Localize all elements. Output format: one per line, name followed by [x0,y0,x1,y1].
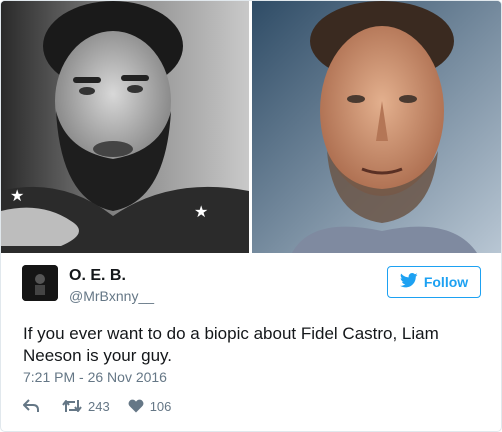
like-count: 106 [149,398,172,414]
avatar[interactable] [22,265,58,301]
like-button[interactable]: 106 [128,398,172,414]
svg-text:★: ★ [194,202,208,221]
author-handle[interactable]: @MrBxnny__ [69,288,154,304]
follow-button[interactable]: Follow [387,266,481,298]
reply-button[interactable] [23,399,39,413]
tweet-timestamp[interactable]: 7:21 PM - 26 Nov 2016 [23,369,167,385]
photo-fidel-castro[interactable]: ★ ★ [1,1,249,253]
reply-icon [23,399,39,413]
tweet-actions: 243 106 [23,396,171,416]
tweet-media: ★ ★ [1,1,501,253]
heart-icon [128,399,144,413]
photo-liam-neeson[interactable] [252,1,501,253]
follow-label: Follow [423,274,469,290]
tweet-text: If you ever want to do a biopic about Fi… [23,324,439,365]
retweet-count: 243 [88,398,110,414]
twitter-bird-icon [399,273,418,291]
retweet-icon [62,399,82,413]
svg-text:★: ★ [10,186,24,205]
tweet-card: ★ ★ O. E. B. @MrBxnny__ Follow If you ev… [0,0,502,432]
retweet-button[interactable]: 243 [62,399,110,414]
author-name[interactable]: O. E. B. [69,267,126,285]
